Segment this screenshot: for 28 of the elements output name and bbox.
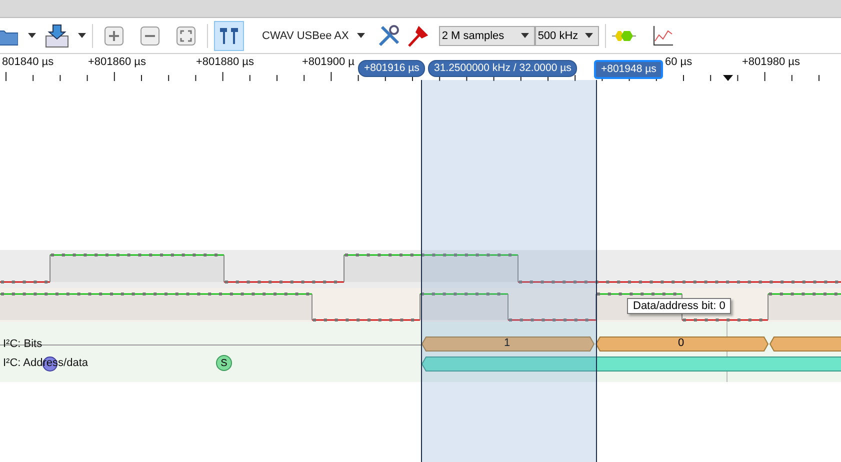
caret-icon[interactable] (28, 33, 36, 38)
time-label: +801980 µs (742, 56, 800, 68)
caret-icon[interactable] (78, 33, 86, 38)
time-marker[interactable]: +801948 µs (594, 60, 664, 79)
time-label: +801900 µ (302, 56, 355, 68)
device-selector[interactable]: CWAV USBee AX (250, 30, 371, 42)
time-label: +801860 µs (88, 56, 146, 68)
probe-icon[interactable] (406, 24, 429, 46)
bit-value: 0 (678, 337, 684, 349)
cursor-tool-icon[interactable] (214, 20, 244, 50)
time-label: +801880 µs (196, 56, 254, 68)
bit-value: 1 (504, 337, 510, 349)
time-label: 60 µs (665, 56, 692, 68)
caret-icon[interactable] (520, 33, 529, 38)
time-label: 801840 µs (2, 56, 54, 68)
start-badge: S (216, 355, 232, 371)
caret-icon[interactable] (584, 33, 593, 38)
decoder-label: I²C: Bits (3, 338, 42, 350)
samples-select[interactable]: 2 M samples (438, 26, 535, 46)
caret-icon[interactable] (356, 33, 365, 38)
tools-icon[interactable] (376, 24, 401, 48)
time-marker[interactable]: 31.2500000 kHz / 32.0000 µs (428, 60, 578, 77)
decoder-icon[interactable] (612, 30, 636, 42)
trigger-icon (723, 75, 733, 81)
time-marker[interactable]: +801916 µs (358, 60, 426, 77)
function-graph-icon[interactable] (652, 24, 674, 46)
rate-select[interactable]: 500 kHz (534, 26, 599, 46)
tooltip: Data/address bit: 0 (627, 298, 732, 314)
